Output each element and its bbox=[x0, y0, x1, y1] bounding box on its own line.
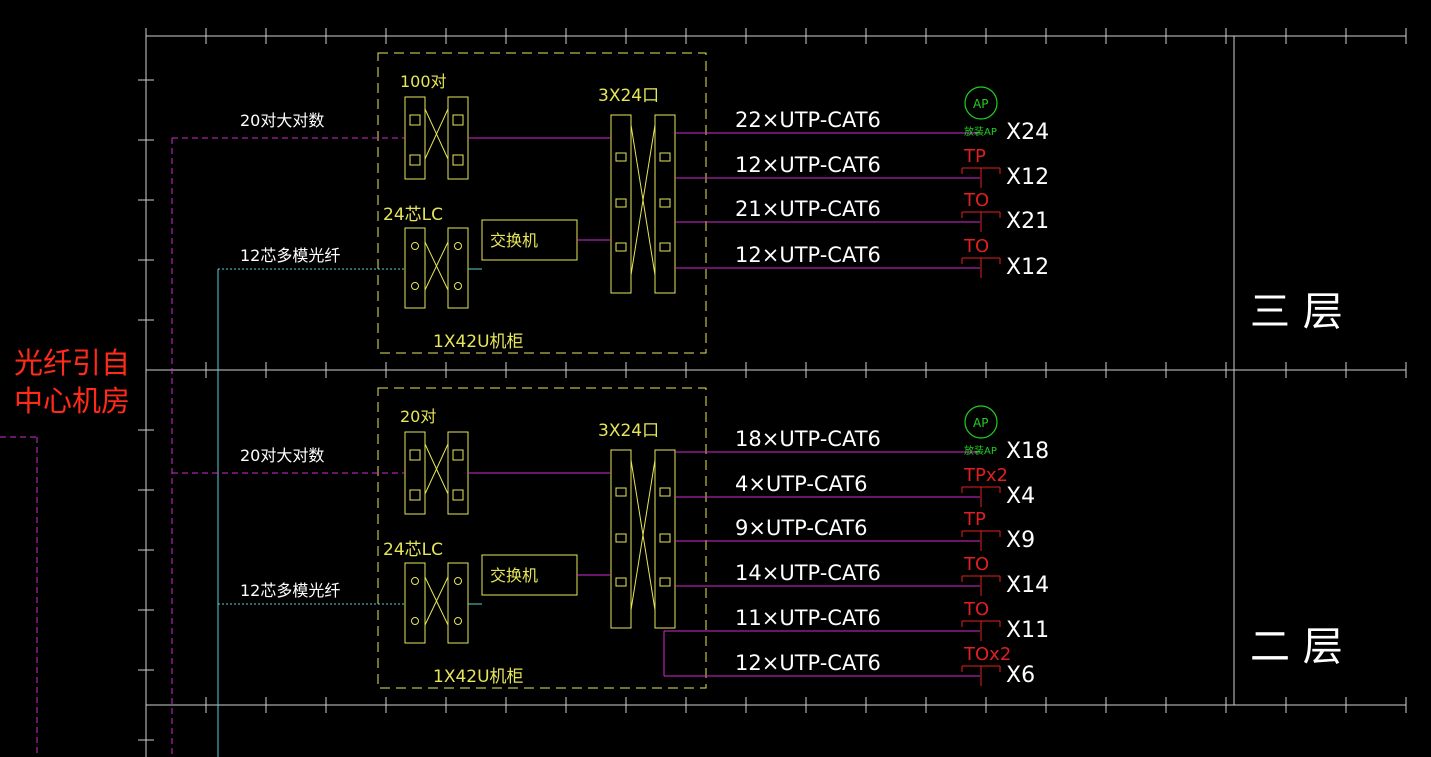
wireless-ap-label: AP bbox=[973, 416, 988, 430]
utp-run-label: 9×UTP-CAT6 bbox=[735, 516, 868, 540]
outlet-type-label: TO bbox=[963, 599, 989, 620]
wireless-ap-sublabel: 放装AP bbox=[964, 444, 997, 457]
patch-panel-label: 3X24口 bbox=[598, 421, 659, 441]
voice-cable-label: 20对大对数 bbox=[240, 446, 324, 465]
outlet-count: X18 bbox=[1006, 439, 1049, 464]
outlet-type-label: TOx2 bbox=[963, 644, 1011, 665]
fiber-source-note-line2: 中心机房 bbox=[14, 384, 131, 418]
utp-run-label: 14×UTP-CAT6 bbox=[735, 561, 881, 585]
fiber-panel-label: 24芯LC bbox=[383, 540, 443, 560]
voice-cable-label: 20对大对数 bbox=[240, 111, 324, 130]
utp-run-label: 12×UTP-CAT6 bbox=[735, 651, 881, 675]
outlet-count: X12 bbox=[1006, 165, 1049, 190]
outlet-type-label: TO bbox=[963, 554, 989, 575]
fiber-source-note: 光纤引自 中心机房 bbox=[14, 344, 130, 420]
floor-label: 二 层 bbox=[1250, 624, 1343, 670]
utp-run-label: 4×UTP-CAT6 bbox=[735, 472, 868, 496]
wireless-ap-sublabel: 放装AP bbox=[964, 125, 997, 138]
outlet-count: X9 bbox=[1006, 528, 1035, 553]
utp-run-label: 12×UTP-CAT6 bbox=[735, 153, 881, 177]
switch-label: 交换机 bbox=[490, 566, 538, 585]
outlet-count: X14 bbox=[1006, 573, 1049, 598]
outlet-type-label: TP bbox=[963, 509, 986, 530]
wireless-ap-label: AP bbox=[973, 97, 988, 111]
outlet-count: X21 bbox=[1006, 209, 1049, 234]
floor-label: 三 层 bbox=[1250, 289, 1343, 335]
outlet-type-label: TO bbox=[963, 236, 989, 257]
fiber-source-note-line1: 光纤引自 bbox=[14, 346, 131, 380]
utp-run-label: 21×UTP-CAT6 bbox=[735, 197, 881, 221]
outlet-type-label: TO bbox=[963, 190, 989, 211]
outlet-type-label: TP bbox=[963, 146, 986, 167]
fiber-cable-label: 12芯多模光纤 bbox=[240, 581, 340, 600]
voice-panel-label: 20对 bbox=[400, 407, 436, 426]
utp-run-label: 18×UTP-CAT6 bbox=[735, 427, 881, 451]
outlet-count: X12 bbox=[1006, 255, 1049, 280]
outlet-count: X24 bbox=[1006, 120, 1049, 145]
utp-run-label: 12×UTP-CAT6 bbox=[735, 243, 881, 267]
outlet-count: X11 bbox=[1006, 618, 1049, 643]
fiber-panel-label: 24芯LC bbox=[383, 205, 443, 225]
fiber-cable-label: 12芯多模光纤 bbox=[240, 246, 340, 265]
utp-run-label: 22×UTP-CAT6 bbox=[735, 108, 881, 132]
cabinet-label: 1X42U机柜 bbox=[433, 667, 524, 687]
utp-run-label: 11×UTP-CAT6 bbox=[735, 606, 881, 630]
cabinet-label: 1X42U机柜 bbox=[433, 332, 524, 352]
voice-panel-label: 100对 bbox=[400, 72, 447, 91]
outlet-count: X6 bbox=[1006, 663, 1035, 688]
cabling-system-diagram: 1X42U机柜 100对 24芯LC 交换机 3X24口 20对大对数 12芯多模光纤 22×… bbox=[0, 0, 1431, 757]
outlet-count: X4 bbox=[1006, 484, 1035, 509]
patch-panel-label: 3X24口 bbox=[598, 86, 659, 106]
outlet-type-label: TPx2 bbox=[963, 465, 1008, 486]
drawing-background bbox=[0, 0, 1431, 757]
switch-label: 交换机 bbox=[490, 231, 538, 250]
